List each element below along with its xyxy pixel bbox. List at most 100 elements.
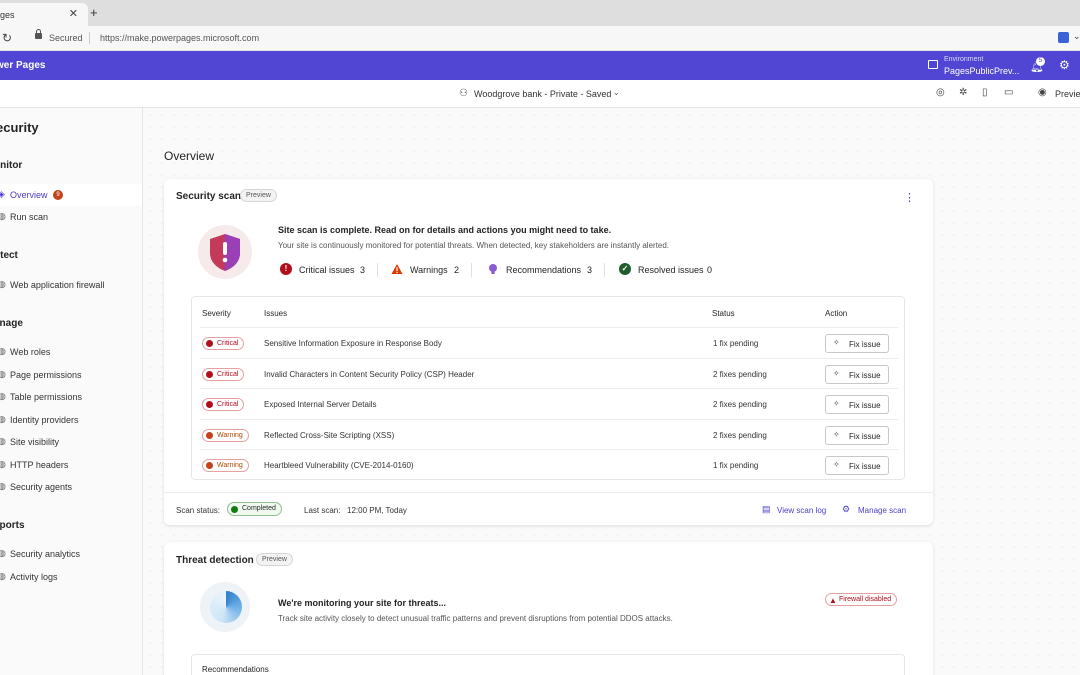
accessibility-icon[interactable]: ✲ bbox=[959, 87, 967, 98]
copilot-icon[interactable]: ◎ bbox=[936, 87, 945, 98]
chevron-down-icon[interactable]: ⌄ bbox=[1073, 31, 1080, 42]
preview-button[interactable]: Preview bbox=[1055, 89, 1080, 99]
column-header-severity: Severity bbox=[202, 309, 231, 318]
recommendations-title: Recommendations bbox=[202, 665, 269, 674]
sidebar-item-label: HTTP headers bbox=[10, 460, 69, 470]
headers-icon: ◍ bbox=[0, 459, 6, 469]
severity-label: Critical bbox=[217, 340, 239, 347]
severity-badge-critical: Critical bbox=[202, 337, 245, 350]
site-selector[interactable]: Woodgrove bank - Private - Saved bbox=[474, 89, 611, 99]
fix-issue-label: Fix issue bbox=[849, 340, 881, 349]
stat-label: Resolved issues bbox=[638, 265, 704, 275]
sidebar-group-reports: eports bbox=[0, 520, 25, 531]
scan-headline: Site scan is complete. Read on for detai… bbox=[278, 225, 612, 235]
sidebar-item-label: Identity providers bbox=[10, 415, 79, 425]
table-row: Critical Invalid Characters in Content S… bbox=[200, 358, 898, 389]
close-tab-icon[interactable]: ✕ bbox=[69, 7, 78, 20]
recommendations-panel: Recommendations bbox=[191, 654, 905, 675]
sidebar-item-web-roles[interactable]: ◍ Web roles bbox=[0, 341, 142, 363]
critical-dot-icon bbox=[206, 401, 213, 408]
severity-label: Critical bbox=[217, 371, 239, 378]
environment-icon bbox=[928, 60, 938, 69]
gear-icon[interactable]: ⚙ bbox=[842, 504, 850, 515]
chevron-down-icon[interactable]: ⌄ bbox=[613, 88, 620, 97]
fix-issue-button[interactable]: ✧ Fix issue bbox=[825, 334, 889, 353]
browser-tab-title: ges bbox=[0, 9, 15, 20]
browser-tab-strip: ges ✕ + bbox=[0, 0, 1080, 26]
sidebar-item-overview[interactable]: ◈ Overview 9 bbox=[0, 184, 142, 206]
fix-issue-label: Fix issue bbox=[849, 371, 881, 380]
sidebar-item-security-agents[interactable]: ◍ Security agents bbox=[0, 476, 142, 498]
fix-issue-button[interactable]: ✧ Fix issue bbox=[825, 456, 889, 475]
fix-issue-label: Fix issue bbox=[849, 432, 881, 441]
threat-subline: Track site activity closely to detect un… bbox=[278, 614, 673, 623]
sidebar-group-monitor: onitor bbox=[0, 160, 23, 171]
issue-name: Heartbleed Vulnerability (CVE-2014-0160) bbox=[264, 461, 414, 470]
manage-scan-link[interactable]: Manage scan bbox=[858, 506, 906, 515]
page-title: Overview bbox=[164, 149, 215, 163]
stat-label: Recommendations bbox=[506, 265, 582, 275]
scan-icon: ◍ bbox=[0, 211, 6, 221]
more-options-icon[interactable]: ⋮ bbox=[904, 191, 915, 204]
analytics-icon: ◍ bbox=[0, 548, 6, 558]
sidebar-item-label: Web roles bbox=[10, 347, 51, 357]
eye-icon[interactable]: ◉ bbox=[1038, 87, 1047, 98]
view-scan-log-link[interactable]: View scan log bbox=[777, 506, 826, 515]
fix-issue-button[interactable]: ✧ Fix issue bbox=[825, 395, 889, 414]
url-field[interactable]: https://make.powerpages.microsoft.com bbox=[100, 33, 259, 43]
severity-label: Warning bbox=[217, 432, 243, 439]
shield-alert-icon bbox=[198, 225, 252, 279]
success-dot-icon bbox=[231, 506, 238, 513]
sidebar-item-run-scan[interactable]: ◍ Run scan bbox=[0, 206, 142, 228]
sidebar-item-security-analytics[interactable]: ◍ Security analytics bbox=[0, 543, 142, 565]
sidebar-item-identity-providers[interactable]: ◍ Identity providers bbox=[0, 409, 142, 431]
sidebar-item-label: Web application firewall bbox=[10, 280, 105, 290]
device-preview-icon[interactable]: ▯ bbox=[982, 87, 988, 98]
critical-dot-icon bbox=[206, 340, 213, 347]
stat-label: Critical issues bbox=[299, 265, 355, 275]
sidebar-item-http-headers[interactable]: ◍ HTTP headers bbox=[0, 454, 142, 476]
sidebar-item-waf[interactable]: ◍ Web application firewall bbox=[0, 274, 142, 296]
radar-sweep bbox=[210, 591, 242, 623]
scan-card-footer: Scan status: Completed Last scan: 12:00 … bbox=[164, 492, 933, 525]
threat-headline: We're monitoring your site for threats..… bbox=[278, 598, 446, 608]
warning-icon bbox=[391, 263, 403, 275]
issue-name: Reflected Cross-Site Scripting (XSS) bbox=[264, 431, 395, 440]
browser-tab[interactable]: ges ✕ bbox=[0, 3, 88, 26]
people-icon: ◍ bbox=[0, 346, 6, 356]
sidebar-item-activity-logs[interactable]: ◍ Activity logs bbox=[0, 566, 142, 588]
issue-status: 1 fix pending bbox=[713, 339, 759, 348]
sidebar-item-page-permissions[interactable]: ◍ Page permissions bbox=[0, 364, 142, 386]
severity-badge-warning: Warning bbox=[202, 429, 249, 442]
new-tab-button[interactable]: + bbox=[90, 5, 98, 20]
reload-icon[interactable]: ↻ bbox=[2, 31, 12, 45]
fix-issue-button[interactable]: ✧ Fix issue bbox=[825, 426, 889, 445]
warning-icon: ▲ bbox=[829, 596, 837, 605]
comment-icon[interactable]: ▭ bbox=[1004, 87, 1013, 98]
app-header: wer Pages Environment PagesPublicPrev...… bbox=[0, 51, 1080, 80]
app-title[interactable]: wer Pages bbox=[0, 60, 45, 71]
stat-label: Warnings bbox=[410, 265, 448, 275]
sidebar-item-label: Overview bbox=[10, 190, 48, 200]
issue-status: 2 fixes pending bbox=[713, 400, 767, 409]
severity-label: Warning bbox=[217, 462, 243, 469]
gear-icon[interactable]: ⚙ bbox=[1059, 58, 1070, 72]
column-header-issues: Issues bbox=[264, 309, 288, 318]
table-icon: ◍ bbox=[0, 391, 6, 401]
sidebar-item-label: Security analytics bbox=[10, 549, 81, 559]
issue-name: Sensitive Information Exposure in Respon… bbox=[264, 339, 442, 348]
fix-issue-label: Fix issue bbox=[849, 462, 881, 471]
fix-issue-button[interactable]: ✧ Fix issue bbox=[825, 365, 889, 384]
sidebar-item-site-visibility[interactable]: ◍ Site visibility bbox=[0, 431, 142, 453]
sidebar-item-table-permissions[interactable]: ◍ Table permissions bbox=[0, 386, 142, 408]
severity-badge-critical: Critical bbox=[202, 368, 245, 381]
table-row: Warning Heartbleed Vulnerability (CVE-20… bbox=[200, 449, 898, 480]
stat-value: 0 bbox=[707, 265, 713, 275]
globe-icon: ◍ bbox=[0, 436, 6, 446]
table-row: Critical Exposed Internal Server Details… bbox=[200, 388, 898, 419]
log-icon[interactable]: ▤ bbox=[762, 504, 771, 515]
severity-badge-warning: Warning bbox=[202, 459, 249, 472]
firewall-icon: ◍ bbox=[0, 279, 6, 289]
environment-selector[interactable]: PagesPublicPrev... bbox=[944, 66, 1019, 76]
extension-icon[interactable] bbox=[1058, 32, 1069, 43]
